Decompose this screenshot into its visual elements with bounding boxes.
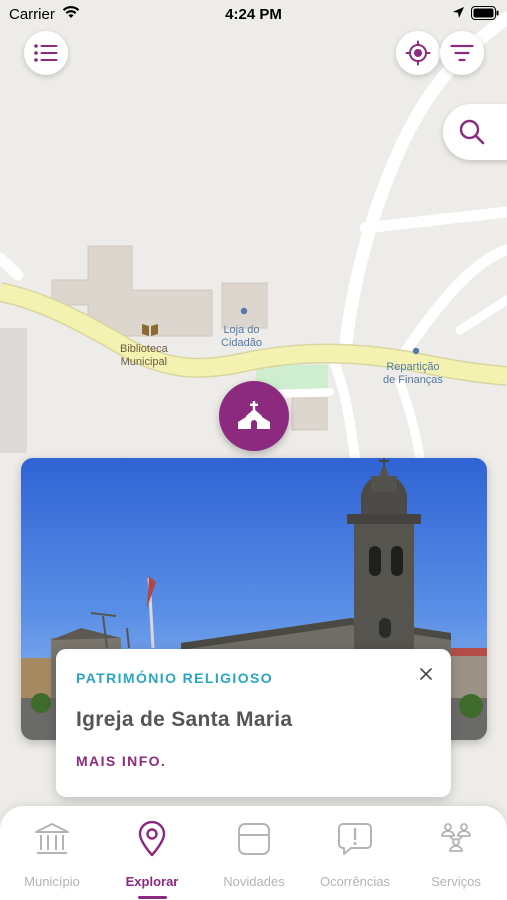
library-label-line2: Municipal — [120, 356, 168, 368]
poi-category: PATRIMÓNIO RELIGIOSO — [76, 670, 274, 686]
filter-button[interactable] — [440, 31, 484, 75]
location-arrow-icon — [453, 7, 464, 18]
finance-office-label-line2: de Finanças — [383, 374, 443, 386]
tab-label: Município — [24, 874, 80, 889]
clock: 4:24 PM — [225, 6, 282, 23]
citizen-store-label-line1: Loja do — [223, 324, 260, 336]
church-icon — [238, 401, 270, 429]
tab-bar: Município Explorar Novidades Ocorrências… — [0, 806, 507, 900]
news-icon — [238, 823, 270, 855]
tab-explorar[interactable]: Explorar — [102, 820, 202, 899]
crosshair-icon — [405, 40, 431, 66]
list-view-button[interactable] — [24, 31, 68, 75]
map-pin-icon — [138, 821, 166, 857]
services-icon — [441, 823, 471, 852]
tab-label: Ocorrências — [319, 874, 391, 889]
tab-novidades[interactable]: Novidades — [204, 820, 304, 892]
report-icon — [338, 823, 372, 855]
tab-municipio[interactable]: Município — [2, 820, 102, 892]
battery-icon — [471, 6, 499, 20]
search-icon — [459, 119, 485, 145]
library-label-line1: Biblioteca — [120, 343, 168, 355]
more-info-link[interactable]: MAIS INFO. — [76, 753, 166, 769]
tab-label: Serviços — [431, 874, 481, 889]
map-label-library: Biblioteca Municipal — [120, 343, 168, 369]
church-map-pin[interactable] — [219, 381, 289, 451]
close-button[interactable] — [415, 663, 437, 685]
active-tab-indicator — [138, 896, 167, 899]
tab-label: Explorar — [125, 874, 179, 889]
map-label-citizen-store: Loja do Cidadão — [221, 324, 262, 350]
town-hall-icon — [35, 823, 69, 854]
finance-office-label-line1: Repartição — [386, 361, 440, 373]
list-icon — [34, 44, 58, 62]
close-icon — [420, 668, 432, 680]
poi-info-card: PATRIMÓNIO RELIGIOSO Igreja de Santa Mar… — [56, 649, 451, 797]
locate-me-button[interactable] — [396, 31, 440, 75]
tab-ocorrencias[interactable]: Ocorrências — [305, 820, 405, 892]
citizen-store-label-line2: Cidadão — [221, 337, 262, 349]
status-bar: Carrier 4:24 PM — [0, 0, 507, 28]
filter-icon — [450, 44, 474, 62]
search-button[interactable] — [443, 104, 507, 160]
map-label-finance-office: Repartição de Finanças — [383, 361, 443, 387]
poi-title: Igreja de Santa Maria — [76, 708, 293, 731]
tab-servicos[interactable]: Serviços — [406, 820, 506, 892]
tab-label: Novidades — [223, 874, 285, 889]
